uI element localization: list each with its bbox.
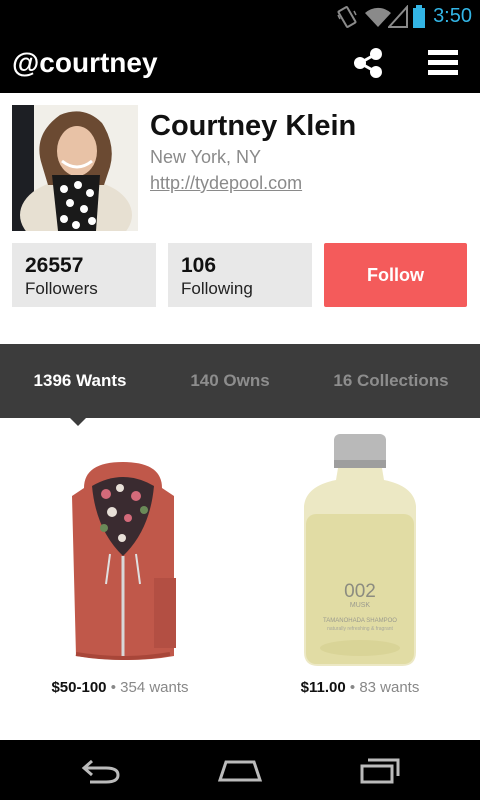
recent-apps-icon: [360, 758, 400, 784]
signal-icon: [388, 5, 408, 28]
share-icon: [354, 48, 382, 78]
product-label-brand: TAMANOHADA SHAMPOO: [323, 618, 397, 624]
menu-icon: [428, 50, 458, 75]
red-hoodie-product[interactable]: [70, 458, 176, 666]
shampoo-bottle-product[interactable]: 002 MUSK TAMANOHADA SHAMPOO naturally re…: [302, 434, 418, 668]
caption-separator: •: [349, 679, 356, 696]
following-label: Following: [181, 279, 253, 298]
item-caption: $50-100 • 354 wants: [0, 678, 240, 698]
home-button[interactable]: [216, 754, 264, 786]
profile-location: New York, NY: [150, 147, 262, 167]
navigation-bar: [0, 740, 480, 800]
product-label-scent: MUSK: [349, 602, 371, 609]
battery-icon: [413, 5, 425, 28]
app-bar: @courtney: [0, 33, 480, 93]
tab-wants[interactable]: 1396 Wants: [0, 344, 160, 418]
back-button[interactable]: [76, 754, 124, 786]
item-wants-count: 83 wants: [359, 679, 420, 696]
following-stat[interactable]: 106 Following: [168, 243, 312, 307]
active-tab-indicator: [70, 418, 86, 426]
tab-owns[interactable]: 140 Owns: [150, 344, 310, 418]
status-time: 3:50: [433, 5, 472, 27]
profile-name: Courtney Klein: [150, 110, 357, 142]
tab-bar: 1396 Wants 140 Owns 16 Collections: [0, 344, 480, 418]
product-label-note: naturally refreshing & fragrant: [327, 626, 393, 632]
follow-button[interactable]: Follow: [324, 243, 467, 307]
item-caption: $11.00 • 83 wants: [240, 678, 480, 698]
tab-collections[interactable]: 16 Collections: [310, 344, 472, 418]
share-button[interactable]: [350, 45, 386, 81]
status-bar: 3:50: [0, 0, 480, 33]
home-icon: [217, 760, 263, 782]
back-icon: [81, 759, 120, 784]
vibrate-icon: [337, 6, 357, 28]
avatar[interactable]: [12, 105, 138, 231]
following-count: 106: [181, 254, 217, 277]
product-label-number: 002: [344, 581, 376, 602]
caption-separator: •: [110, 679, 116, 696]
followers-label: Followers: [25, 279, 98, 298]
item-price: $11.00: [300, 679, 346, 696]
recent-apps-button[interactable]: [356, 754, 404, 786]
menu-button[interactable]: [424, 45, 460, 81]
item-price: $50-100: [51, 679, 107, 696]
followers-count: 26557: [25, 254, 84, 277]
item-wants-count: 354 wants: [120, 679, 189, 696]
profile-website-link[interactable]: http://tydepool.com: [150, 172, 302, 194]
followers-stat[interactable]: 26557 Followers: [12, 243, 156, 307]
page-title: @courtney: [12, 47, 158, 78]
